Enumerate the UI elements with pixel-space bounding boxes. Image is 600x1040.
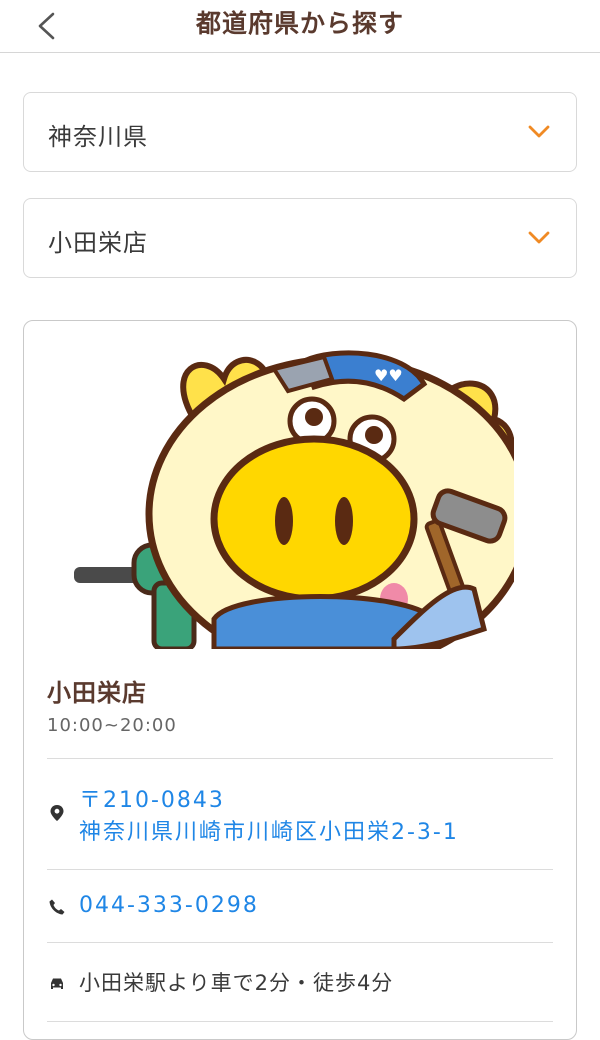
- mascot-image: ♥♥: [74, 350, 514, 649]
- store-select[interactable]: 小田栄店: [23, 198, 577, 278]
- car-icon: [51, 978, 63, 989]
- store-select-value: 小田栄店: [48, 229, 148, 257]
- divider: [47, 758, 553, 759]
- location-pin-icon: [50, 805, 64, 821]
- store-name: 小田栄店: [47, 679, 147, 707]
- chevron-down-icon: [528, 125, 550, 138]
- page-title: 都道府県から探す: [195, 9, 404, 38]
- store-address: 〒210-0843 神奈川県川崎市川崎区小田栄2-3-1: [79, 785, 459, 849]
- postal-code-link[interactable]: 〒210-0843: [79, 788, 225, 813]
- divider: [47, 869, 553, 870]
- app-header: 都道府県から探す: [0, 0, 600, 53]
- access-info: 小田栄駅より車で2分・徒歩4分: [79, 971, 394, 995]
- phone-link[interactable]: 044-333-0298: [79, 893, 259, 918]
- prefecture-select[interactable]: 神奈川県: [23, 92, 577, 172]
- chevron-down-icon: [528, 231, 550, 244]
- store-card: ♥♥ 小田栄店 10:00~20:00 〒210-0843 神奈川県川崎市川崎区…: [23, 320, 577, 1040]
- divider: [47, 1021, 553, 1022]
- phone-icon: [49, 899, 65, 915]
- store-hours: 10:00~20:00: [47, 715, 177, 736]
- svg-text:♥♥: ♥♥: [374, 366, 403, 385]
- prefecture-select-value: 神奈川県: [48, 123, 148, 151]
- divider: [47, 942, 553, 943]
- address-link[interactable]: 神奈川県川崎市川崎区小田栄2-3-1: [79, 820, 459, 845]
